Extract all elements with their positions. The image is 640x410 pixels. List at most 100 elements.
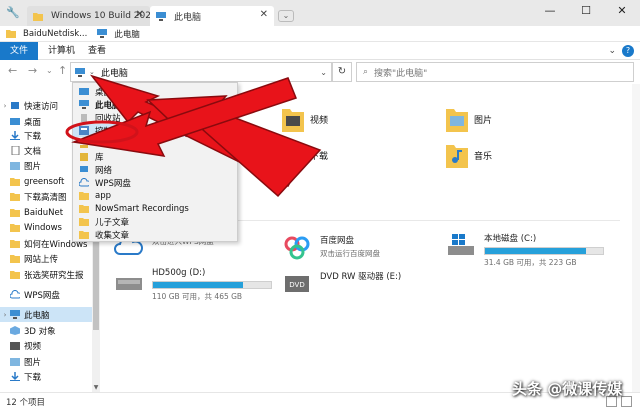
dropdown-item[interactable]: 控制面板 bbox=[73, 124, 237, 137]
back-arrow-icon[interactable]: ← bbox=[8, 64, 17, 77]
folder-pictures[interactable]: 图片 bbox=[446, 106, 492, 132]
favorite-this-pc[interactable]: 此电脑 bbox=[97, 28, 140, 40]
scroll-down-icon[interactable]: ▼ bbox=[92, 384, 100, 392]
address-bar[interactable]: ⌄ 此电脑 ⌄ bbox=[70, 62, 332, 82]
drive-name: 本地磁盘 (C:) bbox=[484, 234, 537, 244]
drive-d[interactable]: HD500g (D:) 110 GB 可用，共 465 GB bbox=[114, 268, 272, 302]
dropdown-item-label: NowSmart Recordings bbox=[95, 203, 189, 214]
dropdown-item-label: xxdd bbox=[95, 138, 116, 149]
new-tab-button[interactable]: ⌄ bbox=[278, 10, 294, 22]
dropdown-item-label: 此电脑 bbox=[95, 100, 121, 111]
dropdown-item-label: 桌面 bbox=[95, 87, 113, 98]
video-folder-icon bbox=[282, 109, 304, 132]
dropdown-item[interactable]: 网络 bbox=[73, 163, 237, 176]
favorite-baidunetdisk[interactable]: BaiduNetdisk... bbox=[6, 29, 87, 39]
drive-usage-fill bbox=[485, 248, 587, 254]
sidebar-item-label: 快速访问 bbox=[24, 101, 59, 112]
close-icon[interactable]: ✕ bbox=[260, 9, 268, 20]
download-icon bbox=[10, 131, 20, 140]
sidebar-item[interactable]: 下载 bbox=[0, 369, 92, 384]
large-icons-view-icon[interactable] bbox=[621, 396, 632, 407]
help-icon[interactable]: ? bbox=[622, 45, 634, 57]
folder-videos[interactable]: 视频 bbox=[282, 106, 328, 132]
sidebar-item[interactable]: 网站上传 bbox=[0, 251, 92, 266]
ribbon-tab-view[interactable]: 查看 bbox=[88, 42, 106, 60]
sidebar-item[interactable]: WPS网盘 bbox=[0, 287, 92, 302]
folder-icon bbox=[10, 240, 20, 248]
sidebar-item-label: 图片 bbox=[24, 161, 42, 172]
folder-icon bbox=[33, 12, 43, 21]
cloud-icon bbox=[10, 290, 20, 299]
sidebar-item-label: 下载 bbox=[24, 372, 42, 383]
baidu-netdisk-icon bbox=[284, 236, 310, 260]
sidebar-item[interactable]: 张选笑研究生报 bbox=[0, 267, 92, 282]
expand-arrow-icon[interactable]: › bbox=[0, 102, 10, 110]
sidebar-item[interactable]: 图片 bbox=[0, 354, 92, 369]
item-count: 12 个项目 bbox=[6, 397, 46, 408]
cloud-icon bbox=[79, 178, 89, 187]
window-controls: — ☐ ✕ bbox=[532, 0, 640, 22]
hard-drive-icon bbox=[116, 278, 142, 290]
sidebar-item[interactable]: 视频 bbox=[0, 338, 92, 353]
address-row: ← → ⌄ ↑ ⌄ 此电脑 ⌄ ↻ ⌕ 搜索"此电脑" bbox=[0, 60, 640, 84]
lib-icon bbox=[80, 153, 88, 161]
close-window-icon[interactable]: ✕ bbox=[604, 0, 640, 22]
ribbon: 文件 计算机 查看 ⌄ ? bbox=[0, 42, 640, 60]
baidu-netdisk-drive[interactable]: 百度网盘 双击运行百度网盘 bbox=[282, 234, 380, 260]
sidebar-item-label: 网站上传 bbox=[24, 254, 59, 265]
folder-icon bbox=[10, 178, 20, 186]
sidebar-item[interactable]: 3D 对象 bbox=[0, 323, 92, 338]
ribbon-tab-computer[interactable]: 计算机 bbox=[48, 42, 75, 60]
tab-windows-build[interactable]: Windows 10 Build 20215 ✕ bbox=[27, 6, 162, 26]
tab-label: 此电脑 bbox=[174, 12, 202, 23]
dropdown-item[interactable]: 桌面 bbox=[73, 85, 237, 98]
dropdown-item[interactable]: 收集文章 bbox=[73, 228, 237, 241]
breadcrumb-chevron-icon[interactable]: ⌄ bbox=[89, 68, 95, 76]
forward-arrow-icon[interactable]: → bbox=[28, 64, 37, 77]
refresh-button[interactable]: ↻ bbox=[332, 62, 352, 82]
wrench-icon[interactable]: 🔧 bbox=[6, 6, 20, 20]
dropdown-chevron-icon[interactable]: ⌄ bbox=[320, 68, 327, 77]
minimize-icon[interactable]: — bbox=[532, 0, 568, 22]
tab-this-pc[interactable]: 此电脑 ✕ bbox=[150, 6, 274, 26]
net-icon bbox=[80, 166, 88, 172]
up-arrow-icon[interactable]: ↑ bbox=[58, 64, 67, 77]
dropdown-item[interactable]: 儿子文章 bbox=[73, 215, 237, 228]
address-path: 此电脑 bbox=[100, 68, 128, 79]
sidebar-item-label: 桌面 bbox=[24, 117, 42, 128]
expand-arrow-icon[interactable]: › bbox=[0, 311, 10, 319]
dropdown-item-label: 网络 bbox=[95, 165, 113, 176]
recent-chevron-icon[interactable]: ⌄ bbox=[46, 66, 53, 75]
sidebar-item[interactable]: › 此电脑 bbox=[0, 307, 92, 322]
folder-icon bbox=[10, 224, 20, 232]
download-folder-icon bbox=[282, 145, 304, 168]
dropdown-item[interactable]: 库 bbox=[73, 150, 237, 163]
dropdown-item[interactable]: 回收站 bbox=[73, 111, 237, 124]
music-folder-icon bbox=[446, 145, 468, 168]
chevron-down-icon[interactable]: ⌄ bbox=[608, 46, 616, 56]
dropdown-item[interactable]: WPS网盘 bbox=[73, 176, 237, 189]
drive-e[interactable]: DVD DVD RW 驱动器 (E:) bbox=[282, 270, 401, 296]
desktop-icon bbox=[79, 88, 89, 95]
computer-icon bbox=[75, 67, 85, 77]
cp-icon bbox=[79, 126, 89, 135]
tab-label: Windows 10 Build 20215 bbox=[51, 11, 163, 21]
close-icon[interactable]: ✕ bbox=[136, 9, 144, 20]
drive-c[interactable]: 本地磁盘 (C:) 31.4 GB 可用，共 223 GB bbox=[446, 232, 604, 268]
folder-music[interactable]: 音乐 bbox=[446, 142, 492, 168]
dropdown-item-label: 控制面板 bbox=[95, 126, 130, 137]
drive-name: 百度网盘 bbox=[320, 236, 355, 246]
dropdown-item[interactable]: 此电脑 bbox=[73, 98, 237, 111]
maximize-icon[interactable]: ☐ bbox=[568, 0, 604, 22]
computer-icon bbox=[156, 11, 166, 21]
dropdown-item[interactable]: NowSmart Recordings bbox=[73, 202, 237, 215]
dropdown-item[interactable]: xxdd bbox=[73, 137, 237, 150]
content-scrollbar[interactable] bbox=[632, 84, 640, 392]
search-input[interactable]: ⌕ 搜索"此电脑" bbox=[356, 62, 634, 82]
drive-usage-bar bbox=[484, 247, 604, 255]
drive-usage-bar bbox=[152, 281, 272, 289]
sidebar-item-label: Windows bbox=[24, 222, 62, 233]
dropdown-item[interactable]: app bbox=[73, 189, 237, 202]
folder-downloads[interactable]: 下载 bbox=[282, 142, 328, 168]
ribbon-tab-file[interactable]: 文件 bbox=[0, 42, 38, 60]
